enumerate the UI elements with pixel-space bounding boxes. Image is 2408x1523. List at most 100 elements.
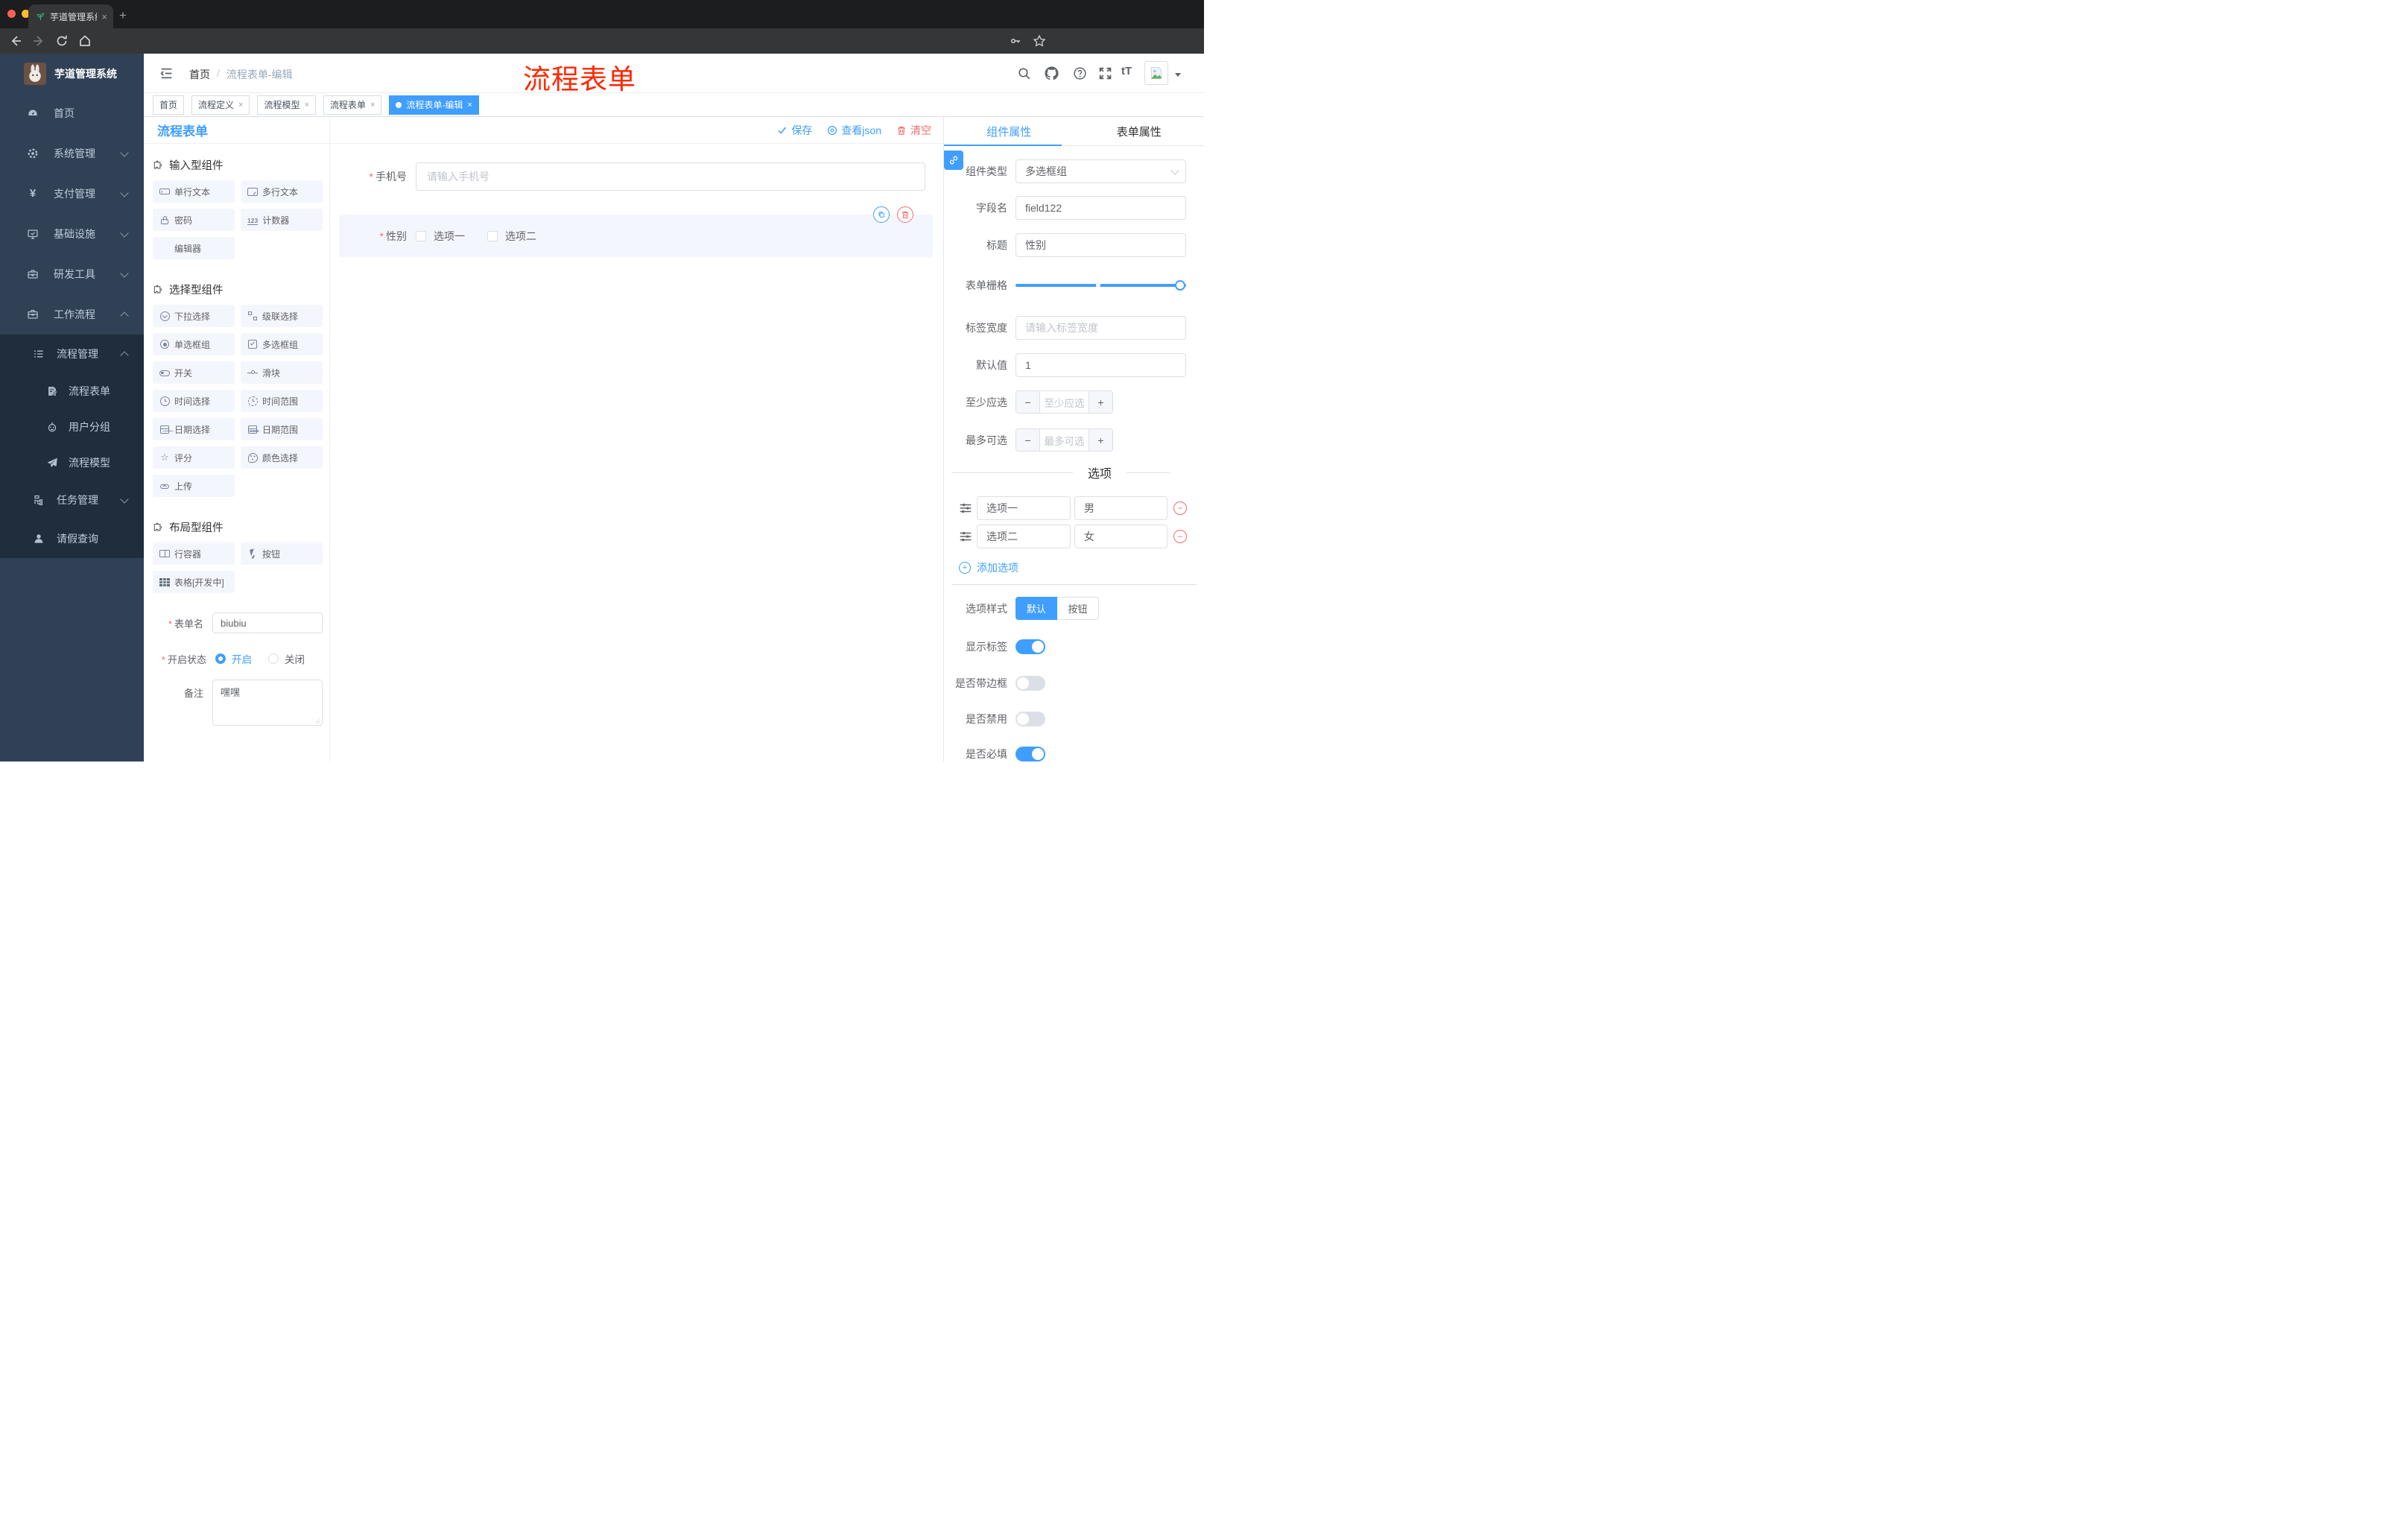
component-chip-switch[interactable]: 开关 <box>153 361 235 384</box>
tag-close-icon[interactable]: × <box>238 101 243 110</box>
component-chip-editor[interactable]: 编辑器 <box>153 237 235 259</box>
stepper-decrease-button[interactable]: − <box>1016 391 1040 413</box>
component-chip-date-range[interactable]: 日期范围 <box>241 418 323 440</box>
github-icon[interactable] <box>1044 66 1059 81</box>
delete-component-button[interactable] <box>897 206 913 223</box>
default-value-input[interactable] <box>1016 353 1186 377</box>
required-toggle[interactable] <box>1016 747 1045 762</box>
component-chip-row-container[interactable]: 行容器 <box>153 542 235 565</box>
style-default-button[interactable]: 默认 <box>1016 597 1057 620</box>
font-size-icon[interactable]: tT <box>1121 65 1141 79</box>
new-tab-button[interactable]: + <box>119 9 127 22</box>
tab-close-icon[interactable]: × <box>101 12 107 22</box>
browser-tab[interactable]: 芋道管理系统 × <box>28 4 113 28</box>
sidebar-item-dev-tools[interactable]: 研发工具 <box>0 254 144 294</box>
sidebar-item-task-management[interactable]: 任务管理 <box>0 481 144 519</box>
status-radio-on[interactable]: 开启 <box>215 651 252 666</box>
tag-process-model[interactable]: 流程模型 × <box>257 95 316 115</box>
component-chip-time-picker[interactable]: 时间选择 <box>153 390 235 412</box>
sidebar-item-workflow[interactable]: 工作流程 <box>0 294 144 335</box>
avatar-caret-icon[interactable] <box>1175 73 1181 77</box>
component-chip-date-picker[interactable]: 日期选择 <box>153 418 235 440</box>
component-chip-radio-group[interactable]: 单选框组 <box>153 333 235 355</box>
max-select-value[interactable]: 最多可选 <box>1040 429 1089 451</box>
option-value-input[interactable] <box>1074 496 1167 520</box>
show-label-toggle[interactable] <box>1016 639 1045 654</box>
link-tag-button[interactable] <box>944 151 963 170</box>
sidebar-item-process-model[interactable]: 流程模型 <box>0 445 144 481</box>
slider-handle[interactable] <box>1175 280 1185 291</box>
title-input[interactable] <box>1016 233 1186 257</box>
slider-track[interactable] <box>1016 284 1186 287</box>
component-chip-table[interactable]: 表格[开发中] <box>153 571 235 593</box>
option-drag-icon[interactable] <box>959 501 972 515</box>
reload-icon[interactable] <box>55 34 69 48</box>
label-width-input[interactable] <box>1016 316 1186 340</box>
sidebar-collapse-icon[interactable] <box>159 66 174 80</box>
tag-close-icon[interactable]: × <box>467 101 472 110</box>
border-toggle[interactable] <box>1016 676 1045 691</box>
checkbox[interactable] <box>487 230 498 241</box>
tag-close-icon[interactable]: × <box>304 101 308 110</box>
bookmark-star-icon[interactable] <box>1033 34 1046 48</box>
gender-option-2[interactable]: 选项二 <box>487 229 536 244</box>
field-name-input[interactable] <box>1016 196 1186 220</box>
stepper-increase-button[interactable]: + <box>1089 429 1112 451</box>
checkbox[interactable] <box>416 230 426 241</box>
sidebar-item-payment[interactable]: ¥ 支付管理 <box>0 174 144 214</box>
remove-option-button[interactable]: − <box>1173 530 1187 543</box>
breadcrumb-home[interactable]: 首页 <box>189 67 210 82</box>
stepper-decrease-button[interactable]: − <box>1016 429 1040 451</box>
sidebar-item-infrastructure[interactable]: 基础设施 <box>0 214 144 254</box>
option-drag-icon[interactable] <box>959 530 972 543</box>
search-icon[interactable] <box>1017 66 1031 80</box>
tag-close-icon[interactable]: × <box>370 101 375 110</box>
form-remark-textarea[interactable]: 嘿嘿 <box>212 680 323 726</box>
component-type-select[interactable]: 多选框组 <box>1016 159 1186 183</box>
grid-slider[interactable] <box>1016 273 1186 297</box>
tag-process-form[interactable]: 流程表单 × <box>323 95 382 115</box>
option-value-input[interactable] <box>1074 525 1167 548</box>
view-json-button[interactable]: 查看json <box>827 123 881 138</box>
sidebar-item-leave-query[interactable]: 请假查询 <box>0 519 144 558</box>
duplicate-component-button[interactable] <box>873 206 890 223</box>
component-chip-checkbox-group[interactable]: 多选框组 <box>241 333 323 355</box>
clear-button[interactable]: 清空 <box>896 123 931 138</box>
tag-process-form-edit[interactable]: 流程表单-编辑 × <box>389 95 479 115</box>
sidebar-item-process-form[interactable]: 流程表单 <box>0 373 144 409</box>
help-icon[interactable] <box>1073 66 1087 80</box>
status-radio-off[interactable]: 关闭 <box>268 651 305 666</box>
component-chip-select[interactable]: 下拉选择 <box>153 305 235 327</box>
form-name-input[interactable] <box>212 612 323 633</box>
save-button[interactable]: 保存 <box>777 123 812 138</box>
key-icon[interactable] <box>1010 35 1021 47</box>
add-option-button[interactable]: + 添加选项 <box>959 560 1204 575</box>
component-chip-rate[interactable]: ☆ 评分 <box>153 446 235 469</box>
tag-home[interactable]: 首页 <box>153 95 185 115</box>
disabled-toggle[interactable] <box>1016 712 1045 726</box>
back-icon[interactable] <box>9 34 22 48</box>
style-button-button[interactable]: 按钮 <box>1057 597 1099 620</box>
avatar[interactable] <box>1144 61 1168 85</box>
sidebar-item-process-management[interactable]: 流程管理 <box>0 335 144 373</box>
brand[interactable]: 芋道管理系统 <box>0 54 144 93</box>
sidebar-item-user-group[interactable]: 用户分组 <box>0 409 144 445</box>
window-close-button[interactable] <box>7 10 16 18</box>
component-chip-time-range[interactable]: 时间范围 <box>241 390 323 412</box>
selected-component-gender[interactable]: * 性别 选项一 选项二 <box>339 206 933 257</box>
component-chip-button[interactable]: 按钮 <box>241 542 323 565</box>
component-chip-password[interactable]: 密码 <box>153 209 235 231</box>
component-chip-color-picker[interactable]: 颜色选择 <box>241 446 323 469</box>
option-label-input[interactable] <box>977 525 1071 548</box>
fullscreen-icon[interactable] <box>1098 66 1112 80</box>
sidebar-item-system[interactable]: 系统管理 <box>0 133 144 174</box>
component-chip-slider[interactable]: 滑块 <box>241 361 323 384</box>
tag-process-definition[interactable]: 流程定义 × <box>191 95 250 115</box>
sidebar-item-home[interactable]: 首页 <box>0 93 144 133</box>
remove-option-button[interactable]: − <box>1173 501 1187 515</box>
tab-form-props[interactable]: 表单属性 <box>1074 117 1205 145</box>
component-chip-single-line-text[interactable]: 单行文本 <box>153 180 235 203</box>
forward-icon[interactable] <box>32 34 45 48</box>
component-chip-cascader[interactable]: 级联选择 <box>241 305 323 327</box>
component-chip-counter[interactable]: 123 计数器 <box>241 209 323 231</box>
